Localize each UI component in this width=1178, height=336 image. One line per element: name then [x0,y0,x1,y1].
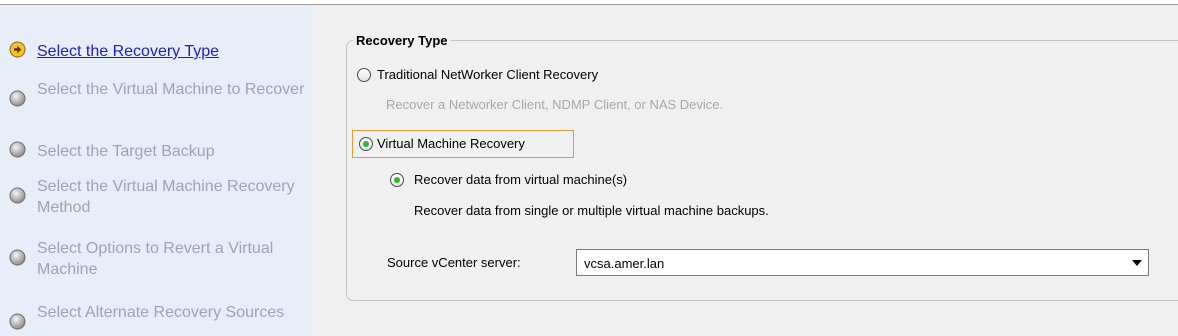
traditional-recovery-description: Recover a Networker Client, NDMP Client,… [386,97,724,112]
wizard-step-label: Select Alternate Recovery Sources [37,304,285,321]
pending-step-circle-icon [9,249,26,266]
recovery-type-legend: Recovery Type [356,33,448,48]
pending-step-circle-icon [9,187,26,204]
recover-data-from-vm-label[interactable]: Recover data from virtual machine(s) [414,172,627,187]
wizard-step-label[interactable]: Select the Recovery Type [37,41,309,62]
wizard-step-label: Select the Virtual Machine Recovery Meth… [37,178,295,216]
wizard-step-label: Select the Virtual Machine to Recover [37,81,305,98]
chevron-down-icon[interactable] [1132,260,1142,266]
vm-recovery-radio[interactable] [359,137,373,151]
main-content: Recovery Type [313,5,1178,336]
wizard-step-label: Select the Target Backup [37,143,215,160]
source-vcenter-select[interactable]: vcsa.amer.lan [576,249,1149,276]
pending-step-circle-icon [9,141,26,158]
wizard-step-label: Select Options to Revert a Virtual Machi… [37,240,274,278]
current-step-arrow-icon [9,41,26,58]
pending-step-circle-icon [9,90,26,107]
source-vcenter-label: Source vCenter server: [387,255,521,270]
recover-data-from-vm-description: Recover data from single or multiple vir… [414,203,769,218]
wizard-steps-sidebar: Select the Recovery Type Select the Virt… [0,5,313,336]
traditional-recovery-label[interactable]: Traditional NetWorker Client Recovery [377,67,598,82]
source-vcenter-value: vcsa.amer.lan [584,256,665,271]
vm-recovery-label[interactable]: Virtual Machine Recovery [377,136,525,151]
pending-step-circle-icon [9,313,26,330]
traditional-recovery-radio[interactable] [357,68,371,82]
recover-data-from-vm-radio[interactable] [390,173,404,187]
